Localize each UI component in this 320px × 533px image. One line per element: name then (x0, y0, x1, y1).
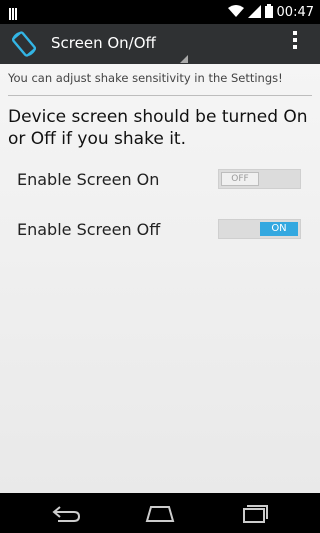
back-icon[interactable] (50, 501, 82, 529)
screen-rotate-icon (10, 30, 38, 62)
toggle-off-thumb: OFF (221, 172, 259, 186)
battery-icon (264, 3, 273, 22)
wifi-icon (227, 3, 244, 22)
action-bar: Screen On/Off (0, 24, 320, 64)
description-text: Device screen should be turned On or Off… (8, 107, 308, 149)
divider (8, 95, 312, 96)
enable-screen-off-toggle[interactable]: ON (218, 219, 301, 239)
home-icon[interactable] (143, 501, 177, 529)
status-bar: 00:47 (0, 0, 320, 24)
recents-icon[interactable] (238, 501, 270, 529)
signal-icon (247, 3, 261, 22)
notification-icon (9, 5, 19, 24)
main-content: You can adjust shake sensitivity in the … (0, 64, 320, 493)
nav-bar (0, 493, 320, 533)
enable-screen-off-label: Enable Screen Off (17, 220, 161, 239)
sensitivity-hint: You can adjust shake sensitivity in the … (8, 71, 283, 85)
enable-screen-on-label: Enable Screen On (17, 170, 160, 189)
more-vert-icon[interactable] (290, 31, 300, 55)
app-title[interactable]: Screen On/Off (51, 34, 156, 52)
enable-screen-on-toggle[interactable]: OFF (218, 169, 301, 189)
status-time: 00:47 (276, 5, 314, 20)
toggle-on-thumb: ON (260, 222, 298, 236)
